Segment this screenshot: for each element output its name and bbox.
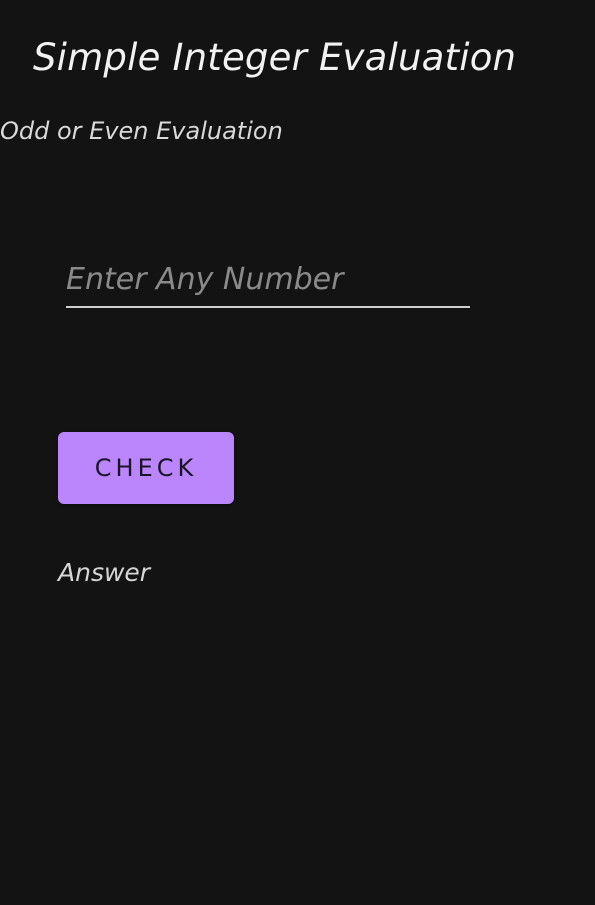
page-subtitle: Odd or Even Evaluation — [0, 117, 283, 145]
number-input[interactable] — [66, 252, 470, 308]
answer-text: Answer — [58, 558, 151, 587]
check-button[interactable]: CHECK — [58, 432, 234, 504]
page-title: Simple Integer Evaluation — [33, 36, 517, 79]
